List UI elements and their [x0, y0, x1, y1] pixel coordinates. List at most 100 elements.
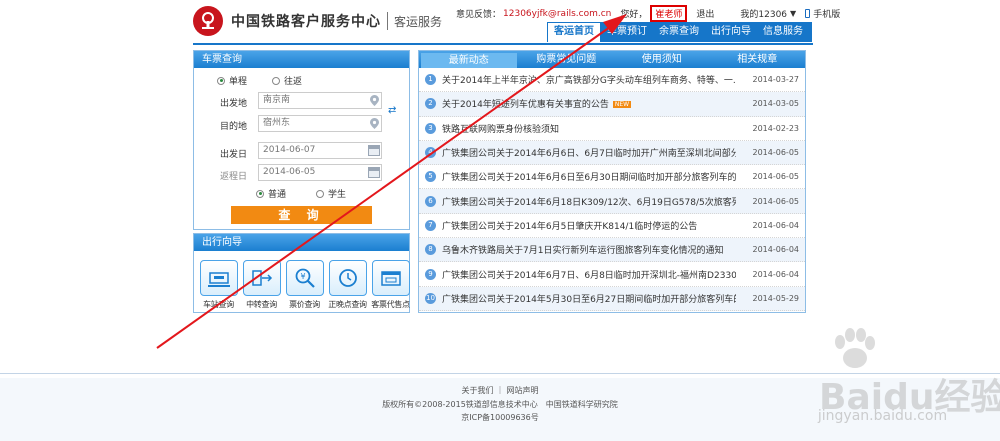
feedback-email-link[interactable]: 12306yjfk@rails.com.cn	[503, 9, 611, 19]
header: 中国铁路客户服务中心 客运服务 意见反馈： 12306yjfk@rails.co…	[0, 0, 1000, 45]
watermark-url: jingyan.baidu.com	[817, 408, 948, 424]
news-item[interactable]: 8 乌鲁木齐铁路局关于7月1日实行新列车运行图旅客列车变化情况的通知 2014-06…	[419, 238, 805, 263]
guide-fare-query[interactable]: ¥ 票价查询	[284, 260, 325, 310]
guide-label: 车站查询	[203, 300, 234, 309]
query-button[interactable]: 查 询	[231, 206, 372, 224]
ticket-panel-title: 车票查询	[194, 51, 409, 68]
roundtrip-option[interactable]: 往返	[272, 74, 302, 87]
return-date-input[interactable]: 2014-06-05	[258, 164, 382, 181]
news-title[interactable]: 广铁集团公司关于2014年6月7日、6月8日临时加开深圳北-福州南D2330..…	[442, 268, 736, 281]
news-title[interactable]: 广铁集团公司关于2014年6月5日肇庆开K814/1临时停运的公告	[442, 219, 736, 232]
from-input[interactable]: 南京南	[258, 92, 382, 109]
news-number: 4	[425, 147, 436, 159]
news-title[interactable]: 乌鲁木齐铁路局关于7月1日实行新列车运行图旅客列车变化情况的通知	[442, 243, 736, 256]
baidu-watermark: Baidu经验 jingyan.baidu.com	[770, 328, 1000, 438]
feedback-label: 意见反馈：	[456, 10, 502, 20]
to-label: 目的地	[220, 122, 248, 132]
nav-remaining[interactable]: 余票查询	[653, 22, 705, 42]
news-panel: 最新动态 购票常见问题 使用须知 相关规章 1 关于2014年上半年京沪、京广高铁…	[418, 50, 806, 313]
news-item[interactable]: 10 广铁集团公司关于2014年5月30日至6月27日期间临时加开部分旅客列车的.…	[419, 286, 805, 311]
nav-guide[interactable]: 出行向导	[705, 22, 757, 42]
news-item[interactable]: 3 铁路互联网购票身份核验须知 2014-02-23	[419, 117, 805, 141]
svg-text:¥: ¥	[300, 272, 305, 281]
radio-student[interactable]	[316, 189, 324, 198]
news-item[interactable]: 2 关于2014年短途列车优惠有关事宜的公告 NEW 2014-03-05	[419, 92, 805, 117]
site-subtitle: 客运服务	[394, 14, 443, 29]
radio-roundtrip[interactable]	[272, 76, 280, 85]
news-date: 2014-06-05	[752, 196, 800, 206]
news-date: 2014-06-04	[752, 269, 800, 279]
username-link[interactable]: 崔老师	[650, 5, 688, 22]
calendar-icon[interactable]	[368, 145, 380, 156]
guide-label: 票价查询	[289, 300, 320, 309]
tab-faq[interactable]: 购票常见问题	[519, 51, 615, 68]
magnifier-yen-icon: ¥	[285, 260, 324, 296]
guide-station-query[interactable]: 车站查询	[198, 260, 239, 310]
news-list: 1 关于2014年上半年京沪、京广高铁部分G字头动车组列车商务、特等、一... 20…	[419, 68, 805, 311]
to-input[interactable]: 宿州东	[258, 115, 382, 132]
guide-transfer-query[interactable]: 中转查询	[241, 260, 282, 310]
tab-latest[interactable]: 最新动态	[421, 53, 517, 68]
news-date: 2014-06-05	[752, 148, 800, 158]
guide-label: 正晚点查询	[328, 300, 367, 309]
tab-rules[interactable]: 相关规章	[710, 51, 806, 68]
student-ticket-option[interactable]: 学生	[316, 187, 346, 200]
calendar-icon[interactable]	[368, 167, 380, 178]
location-pin-icon[interactable]	[370, 95, 379, 106]
news-number: 8	[425, 244, 436, 256]
oneway-label: 单程	[229, 77, 248, 87]
news-title[interactable]: 广铁集团公司关于2014年5月30日至6月27日期间临时加开部分旅客列车的...	[442, 292, 736, 305]
guide-delay-query[interactable]: 正晚点查询	[327, 260, 368, 310]
logo[interactable]: 中国铁路客户服务中心 客运服务	[193, 6, 442, 36]
student-label: 学生	[328, 190, 347, 200]
news-title[interactable]: 铁路互联网购票身份核验须知	[442, 122, 736, 135]
my12306-link[interactable]: 我的12306	[740, 7, 787, 20]
swap-stations-icon[interactable]: ⇄	[388, 105, 398, 117]
radio-normal[interactable]	[256, 189, 264, 198]
nav-home[interactable]: 客运首页	[547, 22, 601, 42]
news-title[interactable]: 关于2014年上半年京沪、京广高铁部分G字头动车组列车商务、特等、一...	[442, 73, 736, 86]
news-item[interactable]: 9 广铁集团公司关于2014年6月7日、6月8日临时加开深圳北-福州南D2330.…	[419, 262, 805, 287]
nav-booking[interactable]: 车票预订	[601, 22, 653, 42]
news-title[interactable]: 关于2014年短途列车优惠有关事宜的公告	[442, 100, 609, 110]
news-item[interactable]: 4 广铁集团公司关于2014年6月6日、6月7日临时加开广州南至深圳北间部分...…	[419, 140, 805, 166]
nav-info[interactable]: 信息服务	[757, 22, 809, 42]
depart-date-input[interactable]: 2014-06-07	[258, 142, 382, 159]
news-item[interactable]: 7 广铁集团公司关于2014年6月5日肇庆开K814/1临时停运的公告 2014-0…	[419, 214, 805, 239]
news-date: 2014-06-04	[752, 245, 800, 255]
logout-link[interactable]: 退出	[696, 7, 714, 20]
mobile-link[interactable]: 手机版	[805, 7, 840, 20]
normal-ticket-option[interactable]: 普通	[256, 187, 286, 200]
guide-agency[interactable]: 客票代售点	[370, 260, 411, 310]
oneway-option[interactable]: 单程	[217, 74, 247, 87]
news-title[interactable]: 广铁集团公司关于2014年6月18日K309/12次、6月19日G578/5次旅…	[442, 195, 736, 208]
news-item[interactable]: 6 广铁集团公司关于2014年6月18日K309/12次、6月19日G578/5次…	[419, 189, 805, 214]
news-title[interactable]: 广铁集团公司关于2014年6月6日、6月7日临时加开广州南至深圳北间部分...	[442, 146, 736, 159]
top-bar: 意见反馈： 12306yjfk@rails.com.cn 您好， 崔老师 退出 …	[456, 5, 840, 22]
greeting: 您好，	[620, 10, 648, 20]
news-number: 5	[425, 171, 436, 183]
news-date: 2014-06-04	[752, 220, 800, 230]
news-number: 7	[425, 219, 436, 231]
radio-oneway[interactable]	[217, 76, 225, 85]
ticket-office-icon	[371, 260, 410, 296]
news-number: 9	[425, 268, 436, 280]
travel-guide-panel: 出行向导 车站查询 中转查询 ¥ 票价查询 正晚点查询 客票代售点	[193, 233, 410, 313]
news-item[interactable]: 1 关于2014年上半年京沪、京广高铁部分G字头动车组列车商务、特等、一... 20…	[419, 68, 805, 93]
news-date: 2014-02-23	[752, 123, 800, 133]
chevron-down-icon[interactable]: ▼	[790, 9, 796, 18]
main-nav: 客运首页 车票预订 余票查询 出行向导 信息服务	[547, 22, 812, 42]
mobile-label: 手机版	[813, 10, 841, 20]
news-title[interactable]: 广铁集团公司关于2014年6月6日至6月30日期间临时加开部分旅客列车的...	[442, 170, 736, 183]
roundtrip-label: 往返	[284, 77, 303, 87]
news-item[interactable]: 5 广铁集团公司关于2014年6月6日至6月30日期间临时加开部分旅客列车的...…	[419, 165, 805, 190]
station-icon	[199, 260, 238, 296]
location-pin-icon[interactable]	[370, 118, 379, 129]
guide-panel-title: 出行向导	[194, 234, 409, 251]
news-title-with-badge[interactable]: 关于2014年短途列车优惠有关事宜的公告 NEW	[442, 97, 736, 110]
return-date-label: 返程日	[220, 172, 248, 182]
phone-icon	[805, 9, 811, 18]
depart-date-label: 出发日	[220, 150, 248, 160]
tab-notice[interactable]: 使用须知	[614, 51, 710, 68]
railway-logo-icon	[193, 6, 223, 36]
